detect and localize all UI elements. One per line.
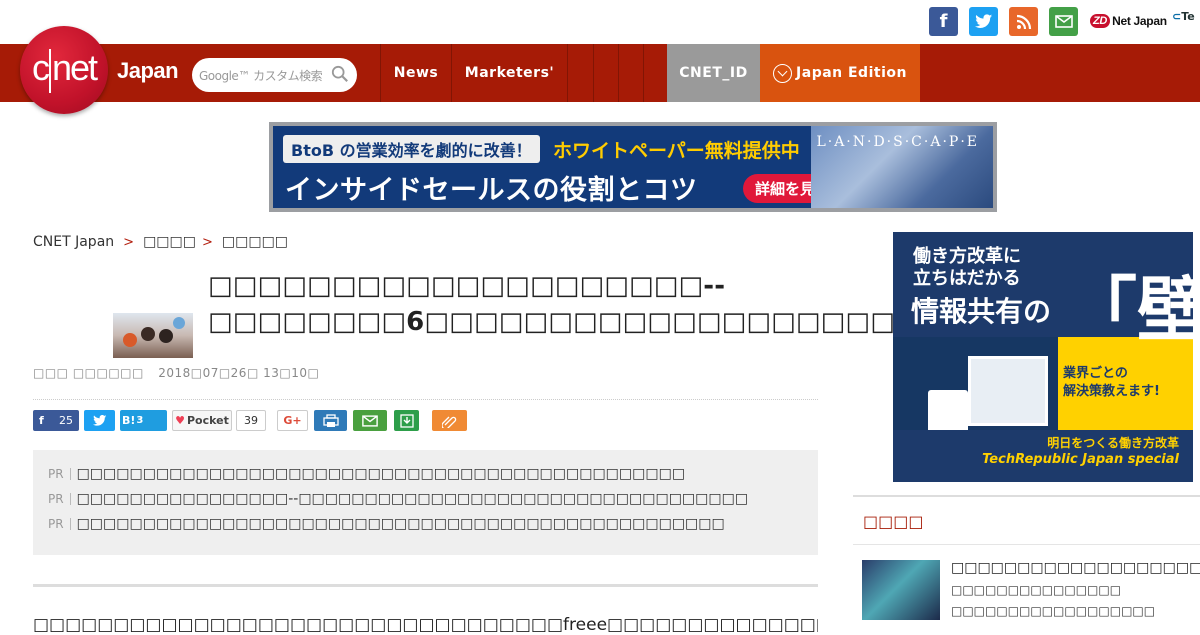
nav-japan-edition[interactable]: Japan Edition bbox=[760, 44, 920, 102]
pr-item[interactable]: PR □□□□□□□□□□□□□□□□--□□□□□□□□□□□□□□□□□□□… bbox=[48, 491, 748, 507]
nav-empty-3[interactable] bbox=[618, 44, 643, 102]
hatena-icon: B! bbox=[122, 414, 136, 427]
breadcrumb-level1[interactable]: □□□□ bbox=[143, 234, 196, 250]
facebook-icon[interactable]: f bbox=[929, 7, 958, 36]
chevron-down-icon bbox=[773, 63, 793, 83]
article-thumbnail[interactable] bbox=[113, 313, 193, 358]
logo-sub-japan: Japan bbox=[117, 58, 179, 83]
nav-empty-4[interactable] bbox=[643, 44, 667, 102]
banner-brand: L·A·N·D·S·C·A·P·E bbox=[816, 134, 979, 150]
article-title: □□□□□□□□□□□□□□□□□□□□--□□□□□□□□6□□□□□□□□□… bbox=[208, 271, 970, 337]
pr-tag: PR bbox=[48, 493, 71, 505]
zdnet-badge: ZD bbox=[1090, 14, 1111, 28]
sidebar-item-sub: □□□□□□□□□□□□□□□□□□ bbox=[951, 604, 1156, 618]
mail-icon bbox=[362, 414, 378, 427]
top-banner-ad[interactable]: BtoB の営業効率を劇的に改善！ ホワイトペーパー無料提供中 インサイドセール… bbox=[269, 122, 997, 212]
pocket-label: Pocket bbox=[186, 414, 229, 427]
facebook-share-count: 25 bbox=[59, 414, 73, 427]
pr-item[interactable]: PR □□□□□□□□□□□□□□□□□□□□□□□□□□□□□□□□□□□□□… bbox=[48, 466, 685, 482]
zdnet-japan-link[interactable]: ZD Net Japan bbox=[1090, 10, 1167, 32]
twitter-share-button[interactable] bbox=[84, 410, 115, 431]
divider bbox=[33, 399, 818, 400]
divider bbox=[33, 584, 818, 587]
download-icon bbox=[399, 413, 414, 428]
breadcrumb-level2[interactable]: □□□□□ bbox=[222, 234, 288, 250]
banner-headline: インサイドセールスの役割とコツ bbox=[285, 175, 698, 206]
hatena-count: 3 bbox=[136, 415, 144, 426]
mail-icon[interactable] bbox=[1049, 7, 1078, 36]
breadcrumb-separator: > bbox=[123, 234, 135, 250]
print-icon bbox=[322, 413, 339, 427]
pr-tag: PR bbox=[48, 518, 71, 530]
cnet-logo[interactable]: c net bbox=[20, 26, 108, 114]
save-button[interactable] bbox=[394, 410, 419, 431]
sidebar-heading: □□□□ bbox=[863, 512, 924, 531]
pr-item[interactable]: PR □□□□□□□□□□□□□□□□□□□□□□□□□□□□□□□□□□□□□… bbox=[48, 516, 725, 532]
banner-headline-yellow: ホワイトペーパー無料提供中 bbox=[553, 140, 800, 162]
clip-button[interactable] bbox=[432, 410, 467, 431]
logo-text: c net bbox=[32, 47, 98, 93]
facebook-share-button[interactable]: f 25 bbox=[33, 410, 79, 431]
facebook-icon: f bbox=[39, 414, 44, 427]
banner-photo: L·A·N·D·S·C·A·P·E bbox=[811, 126, 993, 208]
twitter-icon[interactable] bbox=[969, 7, 998, 36]
ad-line1: 働き方改革に 立ちはだかる bbox=[913, 246, 1021, 289]
pr-item-text[interactable]: □□□□□□□□□□□□□□□□--□□□□□□□□□□□□□□□□□□□□□□… bbox=[77, 491, 748, 507]
article-body-first-line: □□□□□□□□□□□□□□□□□□□□□□□□□□□□□□□□□freee□□… bbox=[33, 615, 818, 635]
breadcrumb-home[interactable]: CNET Japan bbox=[33, 234, 114, 250]
pocket-button[interactable]: ♥ Pocket bbox=[172, 410, 232, 431]
nav-empty-2[interactable] bbox=[593, 44, 618, 102]
nav-marketers[interactable]: Marketers' bbox=[451, 44, 567, 102]
zdnet-label: Net Japan bbox=[1112, 14, 1167, 28]
nav-news[interactable]: News bbox=[380, 44, 451, 102]
sidebar-ad[interactable]: 働き方改革に立ちはだかる 情報共有の 「壁」 業界ごとの解決策教えます! 明日を… bbox=[893, 232, 1193, 482]
breadcrumb-separator: > bbox=[201, 234, 213, 250]
techrepublic-link[interactable]: ⊂Te bbox=[1172, 10, 1195, 23]
breadcrumb: CNET Japan > □□□□ > □□□□□ bbox=[33, 234, 288, 250]
pocket-count: 39 bbox=[236, 410, 266, 431]
paperclip-icon bbox=[441, 416, 456, 428]
article-byline: □□□ □□□□□□ 2018□07□26□ 13□10□ bbox=[33, 366, 319, 380]
divider bbox=[853, 544, 1200, 545]
twitter-icon bbox=[92, 414, 106, 426]
sidebar-item-title[interactable]: □□□□□□□□□□□□□□□□□□□□□ bbox=[951, 560, 1200, 576]
monitor-icon bbox=[968, 356, 1048, 426]
pr-tag: PR bbox=[48, 468, 71, 480]
ad-wall: 「壁」 bbox=[1067, 268, 1193, 351]
pr-item-text[interactable]: □□□□□□□□□□□□□□□□□□□□□□□□□□□□□□□□□□□□□□□□… bbox=[77, 516, 725, 532]
search-box[interactable]: Google™ カスタム検索 bbox=[192, 58, 357, 92]
social-bar: f ZD Net Japan ⊂Te bbox=[0, 0, 1200, 44]
sidebar-item-sub: □□□□□□□□□□□□□□□ bbox=[951, 583, 1122, 597]
banner-tag: BtoB の営業効率を劇的に改善！ bbox=[283, 135, 540, 163]
mail-share-button[interactable] bbox=[353, 410, 387, 431]
hatena-bookmark-button[interactable]: B! 3 bbox=[120, 410, 167, 431]
nav-empty-1[interactable] bbox=[567, 44, 593, 102]
rss-icon[interactable] bbox=[1009, 7, 1038, 36]
pr-box: PR □□□□□□□□□□□□□□□□□□□□□□□□□□□□□□□□□□□□□… bbox=[33, 450, 818, 555]
article-author[interactable]: □□□ □□□□□□ bbox=[33, 366, 144, 380]
ad-line3: 情報共有の bbox=[911, 295, 1052, 328]
sidebar-item-thumbnail[interactable] bbox=[862, 560, 940, 620]
pocket-icon: ♥ bbox=[175, 414, 185, 427]
search-icon[interactable] bbox=[331, 65, 349, 83]
google-plus-button[interactable]: G+ bbox=[277, 410, 308, 431]
ad-yellow-text: 業界ごとの 解決策教えます! bbox=[1063, 366, 1160, 399]
divider bbox=[853, 495, 1200, 497]
search-input[interactable]: Google™ カスタム検索 bbox=[199, 67, 334, 84]
ad-footer-line2: TechRepublic Japan special bbox=[982, 452, 1179, 467]
ad-footer-line1: 明日をつくる働き方改革 bbox=[1047, 436, 1179, 450]
nav-japan-edition-label: Japan Edition bbox=[796, 65, 907, 81]
nav-cnet-id[interactable]: CNET_ID bbox=[667, 44, 760, 102]
pr-item-text[interactable]: □□□□□□□□□□□□□□□□□□□□□□□□□□□□□□□□□□□□□□□□… bbox=[77, 466, 685, 482]
article-date: 2018□07□26□ 13□10□ bbox=[158, 366, 320, 380]
print-button[interactable] bbox=[314, 410, 347, 431]
